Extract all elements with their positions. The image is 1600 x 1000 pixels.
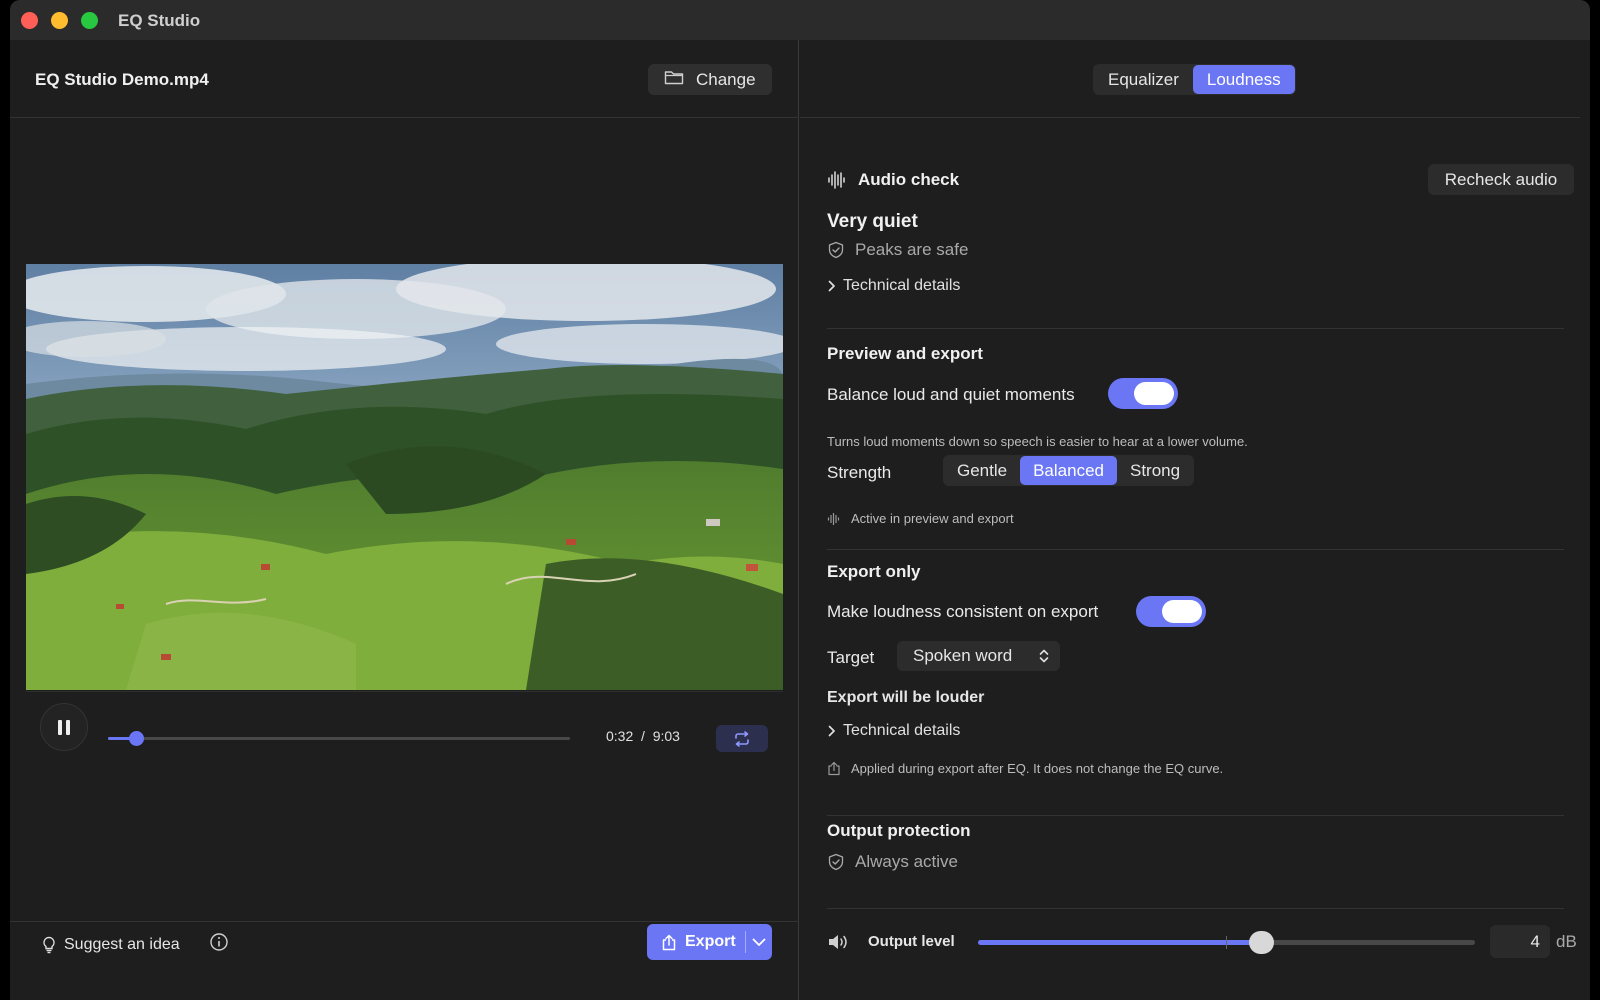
strength-option-balanced[interactable]: Balanced xyxy=(1020,456,1117,485)
technical-details-label: Technical details xyxy=(843,277,961,294)
file-name: EQ Studio Demo.mp4 xyxy=(35,70,209,89)
title-bar: EQ Studio xyxy=(10,0,1590,40)
chevron-down-icon xyxy=(752,938,766,946)
recheck-audio-button[interactable]: Recheck audio xyxy=(1428,164,1574,195)
change-file-label: Change xyxy=(696,69,756,89)
app-title: EQ Studio xyxy=(118,11,201,30)
lightbulb-icon xyxy=(43,936,55,954)
strength-selector: Gentle Balanced Strong xyxy=(943,455,1195,486)
footer-divider xyxy=(10,921,799,922)
export-button[interactable]: Export xyxy=(647,924,745,960)
folder-icon xyxy=(664,69,684,90)
strength-label: Strength xyxy=(827,463,892,482)
app-window: EQ Studio EQ Studio Demo.mp4 Change 0:32… xyxy=(10,0,1590,1000)
toggle-knob xyxy=(1134,382,1174,405)
export-button-group: Export xyxy=(647,924,772,960)
export-only-title: Export only xyxy=(827,562,921,581)
loop-icon xyxy=(735,730,749,747)
duration: 9:03 xyxy=(652,728,680,744)
suggest-idea-label: Suggest an idea xyxy=(64,936,180,953)
technical-details-toggle[interactable]: Technical details xyxy=(827,277,960,295)
playback-time: 0:32 / 9:03 xyxy=(606,728,680,744)
zoom-window-button[interactable] xyxy=(81,12,98,29)
output-protection-status-label: Always active xyxy=(855,852,958,871)
output-level-label: Output level xyxy=(868,933,955,950)
landscape-image xyxy=(26,264,783,690)
section-divider xyxy=(827,815,1564,816)
playback-scrubber[interactable] xyxy=(108,731,570,746)
output-protection-title: Output protection xyxy=(827,821,971,840)
applied-note: Applied during export after EQ. It does … xyxy=(827,761,1223,776)
chevron-right-icon xyxy=(828,725,835,737)
target-select[interactable]: Spoken word xyxy=(897,641,1060,671)
consistent-loudness-label: Make loudness consistent on export xyxy=(827,602,1099,621)
technical-details-label: Technical details xyxy=(843,722,961,739)
suggest-idea-button[interactable]: Suggest an idea xyxy=(42,930,180,960)
consistent-loudness-toggle[interactable] xyxy=(1136,596,1206,627)
current-time: 0:32 xyxy=(606,728,634,744)
chevron-right-icon xyxy=(828,280,835,292)
preview-export-title: Preview and export xyxy=(827,344,983,363)
strength-option-gentle[interactable]: Gentle xyxy=(944,456,1020,485)
settings-pane: Equalizer Loudness Audio check Recheck a… xyxy=(800,40,1590,1000)
shield-check-icon xyxy=(828,853,844,871)
output-level-fill xyxy=(978,940,1262,945)
peaks-status-label: Peaks are safe xyxy=(855,240,969,259)
minimize-window-button[interactable] xyxy=(51,12,68,29)
header-divider-right xyxy=(800,117,1580,118)
strength-option-strong[interactable]: Strong xyxy=(1117,456,1193,485)
balance-description: Turns loud moments down so speech is eas… xyxy=(827,434,1248,449)
mode-tabs: Equalizer Loudness xyxy=(1093,64,1296,95)
change-file-button[interactable]: Change xyxy=(648,64,772,95)
close-window-button[interactable] xyxy=(21,12,38,29)
section-divider xyxy=(827,328,1564,329)
export-label: Export xyxy=(685,933,736,950)
toggle-knob xyxy=(1162,600,1202,623)
output-level-slider[interactable] xyxy=(978,931,1475,954)
speaker-icon xyxy=(827,932,851,957)
section-divider xyxy=(827,908,1564,909)
balance-label: Balance loud and quiet moments xyxy=(827,385,1075,404)
shield-check-icon xyxy=(828,241,844,259)
time-separator: / xyxy=(641,728,645,744)
export-louder-label: Export will be louder xyxy=(827,689,985,706)
video-preview[interactable] xyxy=(26,264,783,690)
output-protection-status: Always active xyxy=(827,852,958,872)
audio-check-title: Audio check xyxy=(858,170,960,189)
target-select-value: Spoken word xyxy=(913,646,1013,665)
section-divider xyxy=(827,549,1564,550)
share-icon xyxy=(662,934,676,950)
tab-loudness[interactable]: Loudness xyxy=(1192,65,1295,94)
export-technical-details-toggle[interactable]: Technical details xyxy=(827,722,960,740)
active-note: Active in preview and export xyxy=(827,511,1014,526)
active-note-label: Active in preview and export xyxy=(851,511,1014,526)
output-level-center-tick xyxy=(1226,936,1227,949)
target-label: Target xyxy=(827,648,875,667)
balance-toggle[interactable] xyxy=(1108,378,1178,409)
loop-button[interactable] xyxy=(716,725,768,752)
player-pane: EQ Studio Demo.mp4 Change 0:32 / 9:03 Su… xyxy=(10,40,799,1000)
loudness-status: Very quiet xyxy=(827,211,918,232)
output-level-input[interactable]: 4 xyxy=(1490,925,1550,958)
playback-scrubber-handle[interactable] xyxy=(128,731,144,746)
peaks-status: Peaks are safe xyxy=(827,240,968,260)
pause-button[interactable] xyxy=(40,703,88,751)
updown-chevron-icon xyxy=(1039,649,1049,663)
header-divider xyxy=(10,117,799,118)
output-level-handle[interactable] xyxy=(1249,931,1275,954)
pause-icon xyxy=(58,719,62,735)
waveform-small-icon xyxy=(827,512,840,525)
applied-note-label: Applied during export after EQ. It does … xyxy=(851,761,1224,776)
info-icon[interactable] xyxy=(209,932,229,957)
share-small-icon xyxy=(828,761,840,776)
output-level-unit: dB xyxy=(1556,932,1577,951)
tab-equalizer[interactable]: Equalizer xyxy=(1094,65,1193,94)
waveform-icon xyxy=(827,170,847,195)
player-controls-divider xyxy=(26,691,783,692)
export-options-button[interactable] xyxy=(746,924,772,960)
